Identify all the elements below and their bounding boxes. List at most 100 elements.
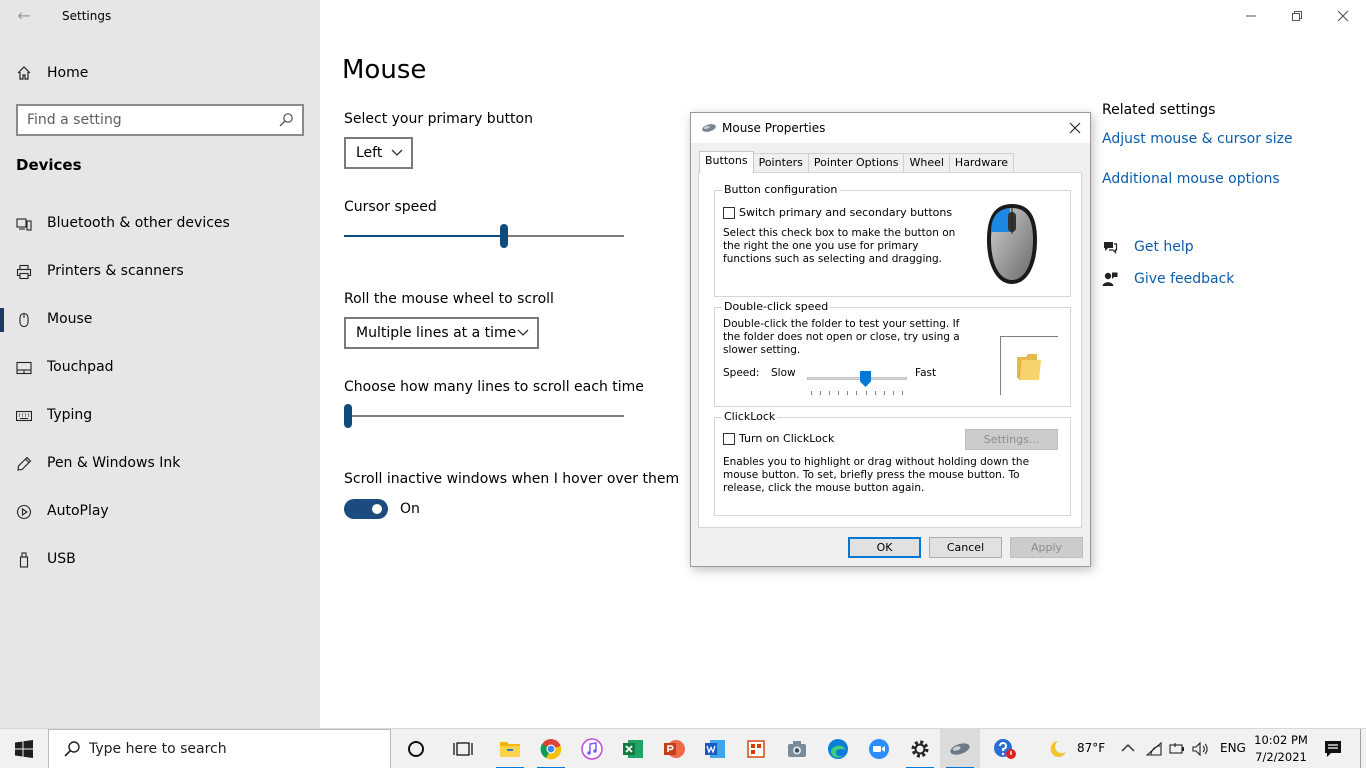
settings-button[interactable] (900, 729, 940, 768)
settings-icon (911, 740, 929, 758)
taskbar-clock[interactable]: 10:02 PM 7/2/2021 (1250, 732, 1312, 766)
checkbox-box[interactable] (723, 206, 735, 219)
office-button[interactable] (736, 729, 776, 768)
excel-button[interactable] (613, 729, 653, 768)
itunes-button[interactable] (572, 729, 612, 768)
tab-hardware[interactable]: Hardware (948, 153, 1015, 173)
group-title: ClickLock (722, 410, 778, 423)
tab-buttons[interactable]: Buttons (699, 151, 754, 173)
adjust-mouse-size-link[interactable]: Adjust mouse & cursor size (1102, 131, 1293, 147)
sidebar-item-printers[interactable]: Printers & scanners (0, 252, 320, 292)
task-view-icon (453, 742, 473, 756)
start-button[interactable] (0, 729, 48, 768)
inactive-scroll-toggle[interactable] (344, 499, 388, 519)
volume-icon[interactable] (1192, 741, 1210, 757)
give-feedback-row[interactable]: Give feedback (1102, 268, 1234, 290)
switch-buttons-checkbox[interactable]: Switch primary and secondary buttons (723, 206, 952, 219)
word-button[interactable] (695, 729, 735, 768)
sidebar-item-autoplay[interactable]: AutoPlay (0, 492, 320, 532)
test-folder-area[interactable] (1000, 336, 1058, 395)
dialog-close-button[interactable] (1064, 117, 1086, 139)
show-desktop-divider[interactable] (1360, 729, 1361, 768)
checkbox-box[interactable] (723, 432, 735, 445)
close-icon (1337, 10, 1349, 22)
additional-mouse-options-link[interactable]: Additional mouse options (1102, 171, 1280, 187)
weather-temperature[interactable]: 87°F (1077, 741, 1105, 755)
sidebar-item-mouse[interactable]: Mouse (0, 300, 320, 340)
ok-button[interactable]: OK (848, 537, 921, 558)
back-arrow-icon[interactable]: ← (12, 4, 36, 28)
tab-pointers[interactable]: Pointers (752, 153, 809, 173)
sidebar-item-label: Bluetooth & other devices (47, 215, 230, 231)
keyboard-icon (16, 410, 32, 422)
slider-thumb[interactable] (344, 404, 352, 428)
home-icon (17, 66, 31, 80)
wifi-icon[interactable] (1146, 741, 1162, 757)
battery-icon[interactable] (1168, 741, 1186, 757)
usb-icon (19, 552, 29, 568)
double-click-speed-slider[interactable] (807, 371, 907, 401)
clicklock-checkbox[interactable]: Turn on ClickLock (723, 432, 834, 445)
double-click-description: Double-click the folder to test your set… (723, 318, 960, 356)
sidebar-item-bluetooth[interactable]: Bluetooth & other devices (0, 204, 320, 244)
weather-moon-icon[interactable] (1046, 739, 1068, 759)
find-setting-box[interactable] (16, 104, 304, 136)
scroll-lines-label: Choose how many lines to scroll each tim… (344, 379, 644, 395)
section-title-devices: Devices (16, 156, 82, 174)
tab-pointer-options[interactable]: Pointer Options (807, 153, 905, 173)
clicklock-settings-button[interactable]: Settings... (965, 429, 1058, 450)
chevron-down-icon (517, 329, 529, 336)
close-icon (1069, 122, 1081, 134)
sidebar-item-label: Pen & Windows Ink (47, 455, 181, 471)
speed-label: Speed: (723, 367, 760, 379)
minimize-button[interactable] (1228, 0, 1274, 32)
get-help-link[interactable]: Get help (1134, 239, 1194, 255)
slider-thumb[interactable] (860, 371, 871, 387)
powerpoint-button[interactable] (654, 729, 694, 768)
home-label: Home (47, 65, 89, 81)
scroll-mode-dropdown[interactable]: Multiple lines at a time (344, 317, 539, 349)
primary-button-dropdown[interactable]: Left (344, 137, 413, 169)
mouse-icon (19, 312, 29, 328)
taskbar-search-box[interactable] (48, 729, 391, 768)
chrome-icon (540, 739, 562, 760)
cursor-speed-slider[interactable] (344, 224, 624, 248)
taskbar-search-input[interactable] (89, 741, 369, 757)
give-feedback-link[interactable]: Give feedback (1134, 271, 1234, 287)
chrome-button[interactable] (531, 729, 571, 768)
close-button[interactable] (1320, 0, 1366, 32)
language-indicator[interactable]: ENG (1220, 741, 1246, 755)
edge-button[interactable] (818, 729, 858, 768)
file-explorer-icon (500, 742, 520, 757)
home-nav-item[interactable]: Home (16, 60, 88, 86)
sidebar-item-label: Printers & scanners (47, 263, 184, 279)
notifications-icon[interactable] (1324, 740, 1342, 758)
apply-button[interactable]: Apply (1010, 537, 1083, 558)
camera-button[interactable] (777, 729, 817, 768)
slider-ticks (811, 391, 903, 395)
dialog-titlebar[interactable]: Mouse Properties (691, 113, 1090, 143)
zoom-button[interactable] (859, 729, 899, 768)
task-view-button[interactable] (443, 729, 483, 768)
slider-thumb[interactable] (500, 224, 508, 248)
group-title: Double-click speed (722, 300, 831, 313)
sidebar-item-touchpad[interactable]: Touchpad (0, 348, 320, 388)
help-button[interactable] (985, 729, 1025, 768)
scroll-lines-slider[interactable] (344, 404, 624, 428)
get-help-row[interactable]: Get help (1102, 236, 1194, 258)
mouse-properties-taskbar-button[interactable] (940, 729, 980, 768)
file-explorer-button[interactable] (490, 729, 530, 768)
toggle-state-label: On (400, 501, 420, 517)
find-setting-input[interactable] (27, 106, 267, 134)
selection-indicator (0, 308, 4, 332)
cancel-button[interactable]: Cancel (929, 537, 1002, 558)
sidebar-item-typing[interactable]: Typing (0, 396, 320, 436)
sidebar-item-usb[interactable]: USB (0, 540, 320, 580)
maximize-button[interactable] (1274, 0, 1320, 32)
chevron-up-icon[interactable] (1121, 743, 1135, 753)
tab-wheel[interactable]: Wheel (903, 153, 950, 173)
scroll-mode-label: Roll the mouse wheel to scroll (344, 291, 554, 307)
search-icon[interactable] (278, 112, 294, 128)
sidebar-item-pen[interactable]: Pen & Windows Ink (0, 444, 320, 484)
cortana-button[interactable] (396, 729, 436, 768)
